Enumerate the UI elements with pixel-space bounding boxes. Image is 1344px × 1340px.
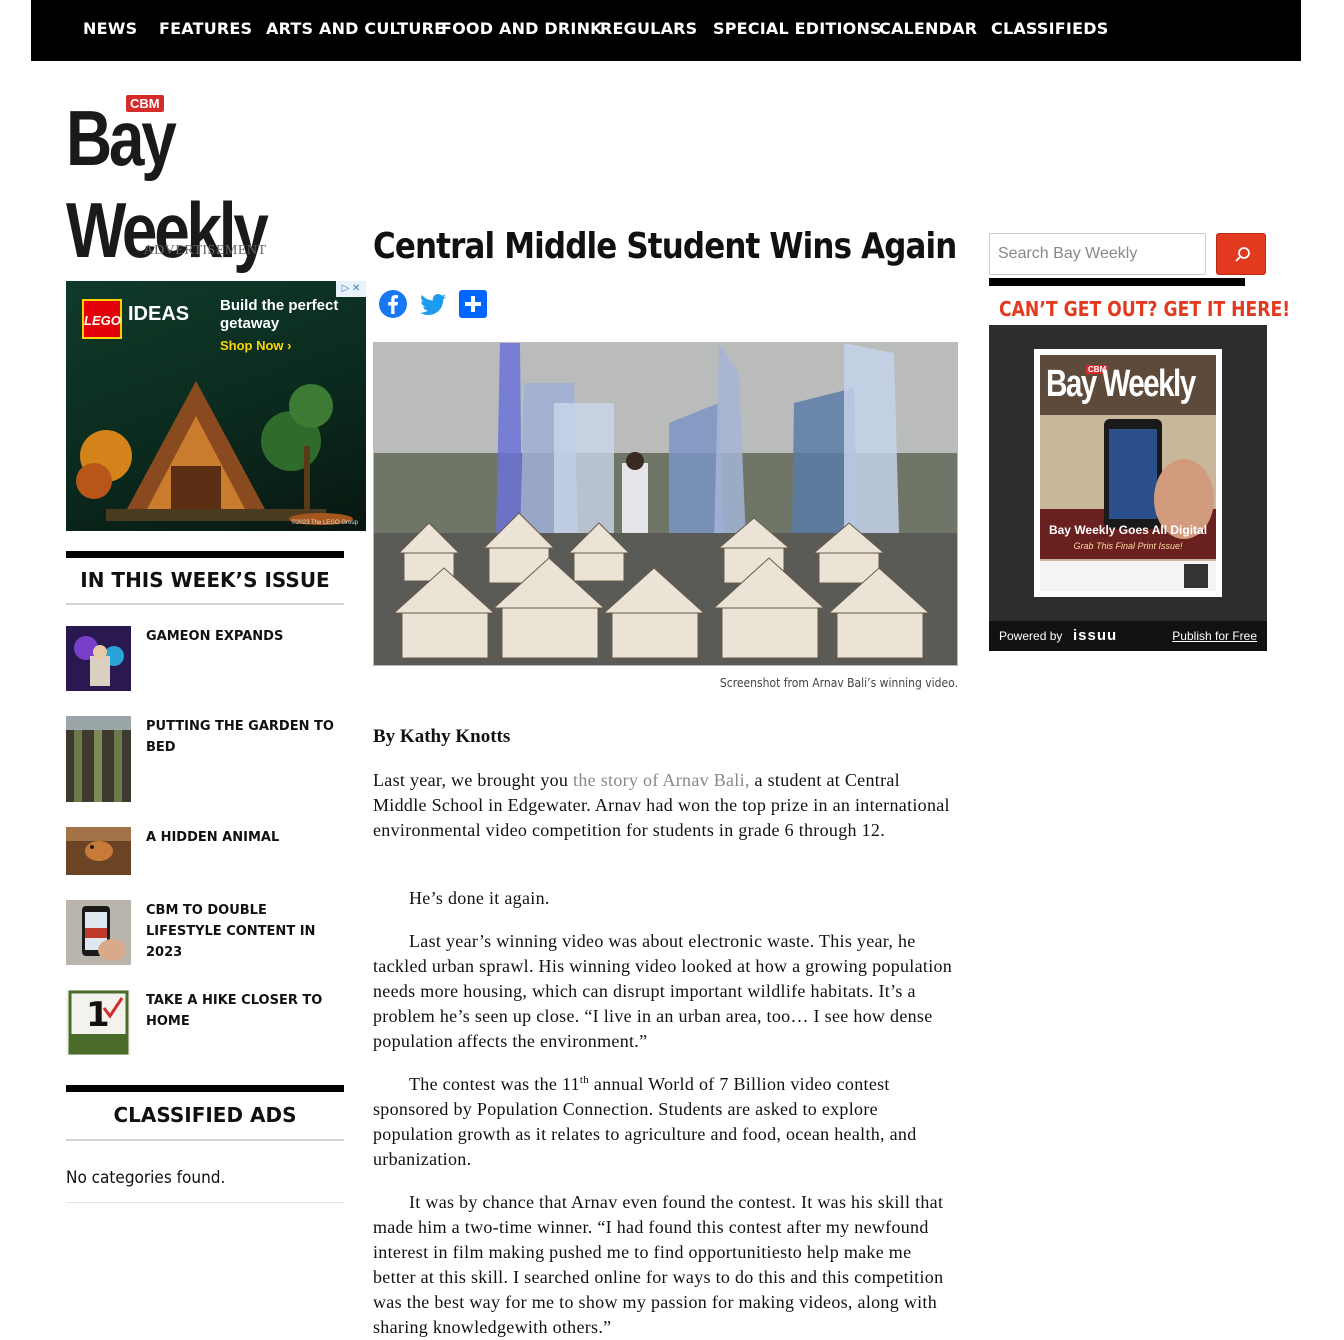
issuu-embed: CBM Bay Weekly Bay Weekly Goes All Digit…	[989, 325, 1267, 651]
issue-item-title[interactable]: CBM TO DOUBLE LIFESTYLE CONTENT IN 2023	[146, 900, 342, 963]
hidden-animal-thumbnail	[66, 827, 131, 875]
garden-thumbnail	[66, 716, 131, 802]
article-paragraph: It was by chance that Arnav even found t…	[373, 1192, 944, 1337]
issue-item[interactable]: GAMEON EXPANDS	[66, 626, 344, 691]
advertisement-label: ADVERTISEMENT	[143, 243, 267, 258]
search-input[interactable]	[989, 233, 1206, 275]
this-weeks-issue-heading: IN THIS WEEK’S ISSUE	[66, 551, 344, 605]
cover-headline: Bay Weekly Goes All Digital	[1048, 523, 1208, 537]
nav-item-features[interactable]: FEATURES	[159, 19, 252, 38]
ad-brand-line: IDEAS	[128, 303, 190, 325]
issue-item[interactable]: A HIDDEN ANIMAL	[66, 827, 344, 875]
ad-choices-icon[interactable]: ▷ ✕	[336, 281, 366, 297]
article-paragraph: Last year, we brought you the story of A…	[373, 768, 953, 843]
publish-for-free-link[interactable]: Publish for Free	[1172, 629, 1257, 643]
nav-item-calendar[interactable]: CALENDAR	[879, 19, 977, 38]
story-link[interactable]: the story of Arnav Bali,	[573, 770, 750, 790]
gameon-thumbnail	[66, 626, 131, 691]
share-icon[interactable]	[457, 288, 489, 320]
article-paragraph: Last year’s winning video was about elec…	[373, 931, 953, 1051]
facebook-icon[interactable]	[377, 288, 409, 320]
classified-ads-heading: CLASSIFIED ADS	[66, 1085, 344, 1141]
svg-text:1: 1	[86, 995, 110, 1035]
search-icon	[1235, 247, 1250, 262]
issue-item[interactable]: 1 TAKE A HIKE CLOSER TO HOME	[66, 990, 344, 1055]
no-categories-message: No categories found.	[66, 1168, 344, 1203]
lego-cabin-illustration	[76, 381, 353, 525]
cbm-phone-thumbnail	[66, 900, 131, 965]
nav-item-food-and-drink[interactable]: FOOD AND DRINK	[441, 19, 603, 38]
ad-shop-now-link[interactable]: Shop Now ›	[220, 338, 292, 353]
article-paragraph: The contest was the 11th annual World of…	[373, 1072, 953, 1172]
issue-item-title[interactable]: GAMEON EXPANDS	[146, 626, 342, 647]
urban-sprawl-scene	[374, 343, 957, 665]
magazine-cover[interactable]: CBM Bay Weekly Bay Weekly Goes All Digit…	[1034, 349, 1222, 597]
issuu-logo[interactable]: issuu	[1073, 627, 1117, 644]
promo-heading: CAN’T GET OUT? GET IT HERE!	[999, 297, 1291, 321]
issue-item-title[interactable]: PUTTING THE GARDEN TO BED	[146, 716, 342, 758]
issue-item[interactable]: CBM TO DOUBLE LIFESTYLE CONTENT IN 2023	[66, 900, 344, 965]
site-logo[interactable]: Bay Weekly CBM	[66, 92, 346, 274]
ad-copyright: ©2023 The LEGO Group	[291, 520, 358, 526]
share-buttons	[377, 288, 489, 322]
article-title: Central Middle Student Wins Again	[373, 226, 957, 267]
article-hero-image	[373, 342, 958, 666]
nav-item-regulars[interactable]: REGULARS	[600, 19, 697, 38]
nav-item-classifieds[interactable]: CLASSIFIEDS	[991, 19, 1108, 38]
paragraph-text: The contest was the 11	[409, 1074, 580, 1094]
search-button[interactable]	[1216, 233, 1266, 275]
cover-masthead: Bay Weekly	[1046, 363, 1196, 405]
lego-advertisement[interactable]: LEGO IDEAS Build the perfect getaway Sho…	[66, 281, 366, 531]
logo-cbm-badge: CBM	[126, 95, 164, 112]
issue-item[interactable]: PUTTING THE GARDEN TO BED	[66, 716, 344, 802]
lego-logo: LEGO	[82, 299, 122, 339]
article-byline: By Kathy Knotts	[373, 726, 511, 747]
cover-subhead: Grab This Final Print Issue!	[1073, 541, 1183, 551]
ordinal-superscript: th	[579, 1074, 590, 1086]
image-caption: Screenshot from Arnav Bali’s winning vid…	[719, 676, 958, 690]
promo-divider	[989, 278, 1245, 286]
nav-item-news[interactable]: NEWS	[83, 19, 137, 38]
nav-item-arts-and-culture[interactable]: ARTS AND CULTURE	[266, 19, 445, 38]
top-navigation: NEWS FEATURES ARTS AND CULTURE FOOD AND …	[31, 0, 1301, 61]
issue-item-title[interactable]: A HIDDEN ANIMAL	[146, 827, 342, 848]
issue-item-title[interactable]: TAKE A HIKE CLOSER TO HOME	[146, 990, 342, 1032]
paragraph-text: Last year, we brought you	[373, 770, 574, 790]
nav-item-special-editions[interactable]: SPECIAL EDITIONS	[713, 19, 882, 38]
first-day-hike-thumbnail: 1	[66, 990, 131, 1055]
ad-headline: Build the perfect getaway	[220, 297, 339, 332]
issuu-footer: Powered by issuu Publish for Free	[989, 621, 1267, 651]
twitter-icon[interactable]	[417, 288, 449, 320]
article-paragraph: He’s done it again.	[409, 888, 550, 908]
powered-by-label: Powered by	[999, 629, 1063, 643]
